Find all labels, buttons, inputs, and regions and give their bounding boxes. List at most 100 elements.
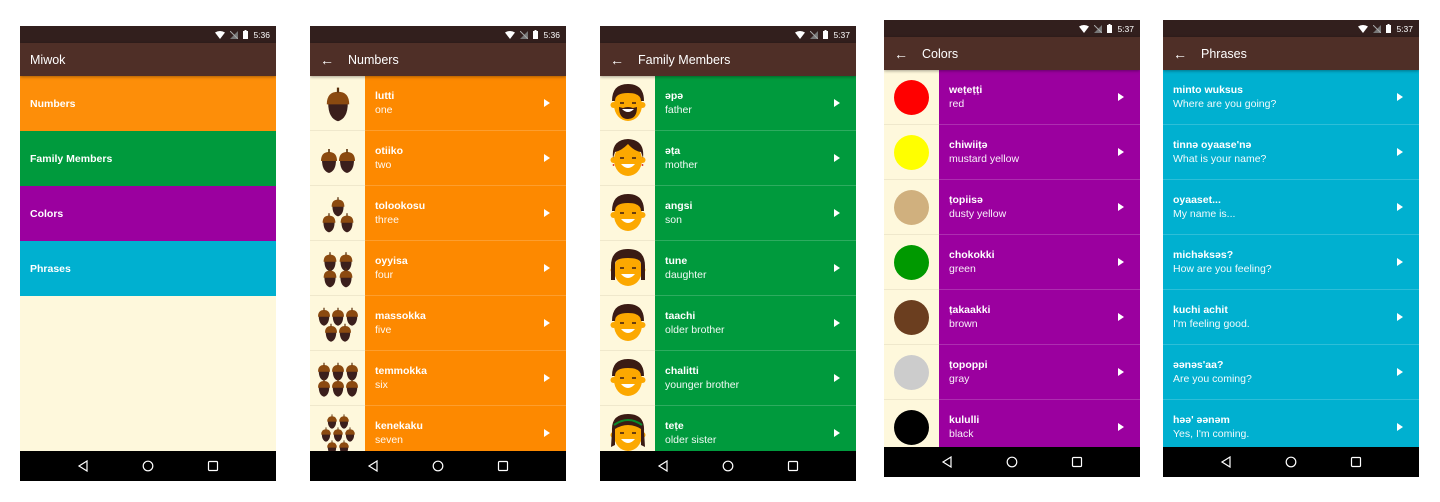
list-item[interactable]: massokka five [310, 296, 566, 351]
list-item[interactable]: tinnə oyaase'nə What is your name? [1163, 125, 1419, 180]
list-item[interactable]: ṭopiisə dusty yellow [884, 180, 1140, 235]
list-item[interactable]: oyyisa four [310, 241, 566, 296]
list-item[interactable]: əpə father [600, 76, 856, 131]
no-signal-icon [1373, 24, 1382, 33]
battery-icon [243, 30, 249, 39]
item-text: chalitti younger brother [655, 364, 739, 393]
back-nav-icon[interactable] [941, 456, 953, 468]
play-icon[interactable] [834, 429, 840, 437]
category-colors[interactable]: Colors [20, 186, 276, 241]
list-item[interactable]: lutti one [310, 76, 566, 131]
play-icon[interactable] [1118, 423, 1124, 431]
list-item[interactable]: chiwiiṭə mustard yellow [884, 125, 1140, 180]
list-item[interactable]: teṭe older sister [600, 406, 856, 451]
play-icon[interactable] [544, 429, 550, 437]
play-icon[interactable] [834, 99, 840, 107]
list-item[interactable]: ṭopoppi gray [884, 345, 1140, 400]
play-icon[interactable] [1118, 148, 1124, 156]
play-icon[interactable] [834, 154, 840, 162]
play-icon[interactable] [1118, 203, 1124, 211]
list-item[interactable]: minto wuksus Where are you going? [1163, 70, 1419, 125]
item-image [884, 180, 939, 235]
play-icon[interactable] [544, 374, 550, 382]
category-phrases[interactable]: Phrases [20, 241, 276, 296]
play-icon[interactable] [1118, 313, 1124, 321]
list-item[interactable]: taachi older brother [600, 296, 856, 351]
back-arrow-icon[interactable]: ← [1173, 47, 1187, 61]
color-swatch-icon [894, 79, 929, 115]
play-icon[interactable] [544, 154, 550, 162]
back-nav-icon[interactable] [1220, 456, 1232, 468]
list-item[interactable]: kuchi achit I'm feeling good. [1163, 290, 1419, 345]
list-item[interactable]: michəksəs? How are you feeling? [1163, 235, 1419, 290]
play-icon[interactable] [544, 319, 550, 327]
list-item[interactable]: tolookosu three [310, 186, 566, 241]
default-translation: younger brother [665, 378, 740, 391]
list-item[interactable]: otiiko two [310, 131, 566, 186]
back-arrow-icon[interactable]: ← [894, 47, 908, 61]
home-nav-icon[interactable] [432, 460, 444, 472]
home-nav-icon[interactable] [1006, 456, 1018, 468]
play-icon[interactable] [1118, 258, 1124, 266]
no-signal-icon [230, 30, 239, 39]
battery-icon [1107, 24, 1113, 33]
list-item[interactable]: temmokka six [310, 351, 566, 406]
miwok-translation: temmokka [375, 364, 427, 377]
recents-nav-icon[interactable] [497, 460, 509, 472]
back-nav-icon[interactable] [77, 460, 89, 472]
play-icon[interactable] [1397, 203, 1403, 211]
play-icon[interactable] [834, 319, 840, 327]
miwok-translation: kenekaku [375, 419, 423, 432]
list-item[interactable]: kenekaku seven [310, 406, 566, 451]
back-nav-icon[interactable] [367, 460, 379, 472]
list-item[interactable]: əənəs'aa? Are you coming? [1163, 345, 1419, 400]
home-nav-icon[interactable] [142, 460, 154, 472]
play-icon[interactable] [1118, 93, 1124, 101]
recents-nav-icon[interactable] [207, 460, 219, 472]
list-item[interactable]: kululli black [884, 400, 1140, 447]
play-icon[interactable] [544, 99, 550, 107]
list-item[interactable]: ṭakaakki brown [884, 290, 1140, 345]
back-arrow-icon[interactable]: ← [320, 53, 334, 67]
list-item[interactable]: chalitti younger brother [600, 351, 856, 406]
play-icon[interactable] [1397, 258, 1403, 266]
home-nav-icon[interactable] [1285, 456, 1297, 468]
default-translation: six [375, 378, 388, 391]
recents-nav-icon[interactable] [1350, 456, 1362, 468]
list-item[interactable]: əṭa mother [600, 131, 856, 186]
list-item[interactable]: oyaaset... My name is... [1163, 180, 1419, 235]
list-item[interactable]: angsi son [600, 186, 856, 241]
back-arrow-icon[interactable]: ← [610, 53, 624, 67]
play-icon[interactable] [1397, 93, 1403, 101]
recents-nav-icon[interactable] [787, 460, 799, 472]
play-icon[interactable] [1118, 368, 1124, 376]
play-icon[interactable] [544, 264, 550, 272]
item-image [884, 125, 939, 180]
play-icon[interactable] [1397, 313, 1403, 321]
play-icon[interactable] [834, 209, 840, 217]
play-icon[interactable] [834, 264, 840, 272]
back-nav-icon[interactable] [657, 460, 669, 472]
play-icon[interactable] [1397, 423, 1403, 431]
recents-nav-icon[interactable] [1071, 456, 1083, 468]
list-item[interactable]: weṭeṭṭi red [884, 70, 1140, 125]
list-item[interactable]: həə' əənəm Yes, I'm coming. [1163, 400, 1419, 447]
category-numbers[interactable]: Numbers [20, 76, 276, 131]
word-list: əpə father əṭa mother angsi son tune daughter ta… [600, 76, 856, 451]
color-swatch-icon [894, 134, 929, 170]
acorn-icon [326, 414, 337, 429]
miwok-translation: michəksəs? [1173, 248, 1234, 261]
play-icon[interactable] [544, 209, 550, 217]
wifi-icon [505, 30, 516, 39]
acorn-icon [323, 268, 336, 288]
home-nav-icon[interactable] [722, 460, 734, 472]
item-image [310, 241, 365, 296]
list-item[interactable]: chokokki green [884, 235, 1140, 290]
list-item[interactable]: tune daughter [600, 241, 856, 296]
play-icon[interactable] [1397, 368, 1403, 376]
category-family-members[interactable]: Family Members [20, 131, 276, 186]
status-bar: 5:37 [884, 20, 1140, 37]
play-icon[interactable] [1397, 148, 1403, 156]
item-image [600, 406, 655, 451]
play-icon[interactable] [834, 374, 840, 382]
